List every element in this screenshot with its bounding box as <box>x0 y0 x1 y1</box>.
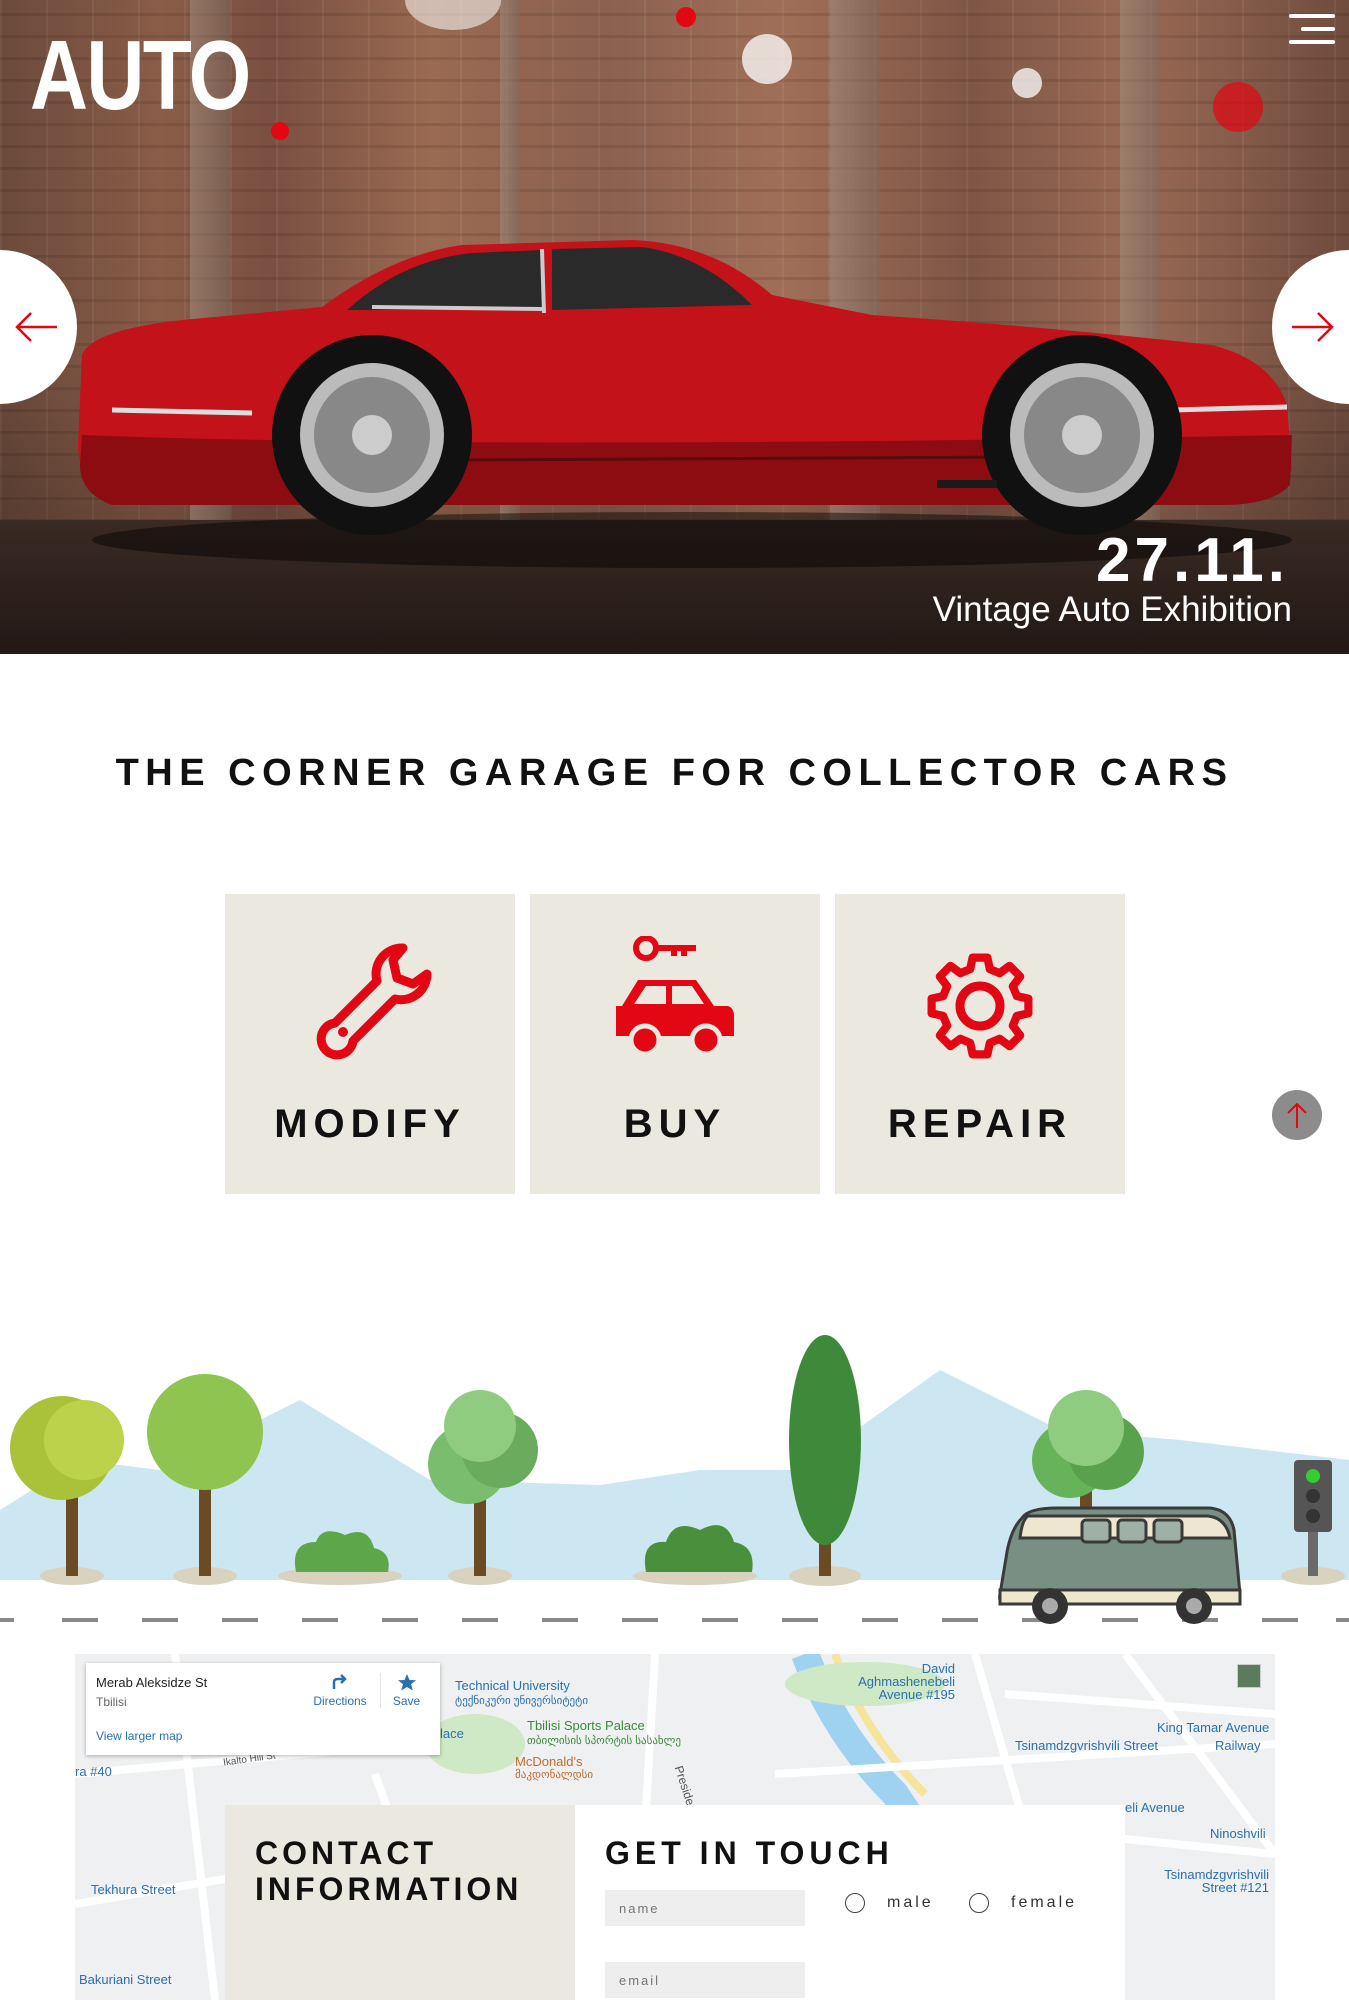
event-caption: Vintage Auto Exhibition <box>932 590 1292 629</box>
hero-slider: AUTO 27.11. Vintage Auto Exhibition <box>0 0 1349 654</box>
contact-title-line: INFORMATION <box>255 1871 523 1907</box>
service-buy-card[interactable]: BUY <box>530 894 820 1194</box>
map-label: Railway <box>1215 1738 1261 1753</box>
email-input[interactable] <box>605 1962 805 1998</box>
map-label: Tsinamdzgvrishvili Street #121 <box>1164 1867 1269 1895</box>
map-label: Tsinamdzgvrishvili Street <box>1015 1738 1159 1753</box>
bokeh-dot <box>742 34 792 84</box>
directions-icon <box>332 1674 347 1689</box>
map-place-card: Merab Aleksidze St Tbilisi View larger m… <box>86 1663 440 1755</box>
site-logo[interactable]: AUTO <box>30 26 251 124</box>
slider-prev-button[interactable] <box>0 250 77 404</box>
directions-button[interactable]: Directions <box>310 1673 370 1708</box>
radio-label: male <box>887 1894 934 1911</box>
gender-female-radio[interactable]: female <box>969 1893 1077 1913</box>
gear-icon <box>927 953 1033 1059</box>
map-label: Tbilisi Sports Palace <box>527 1718 645 1733</box>
place-city: Tbilisi <box>96 1695 127 1709</box>
arrow-right-icon <box>1292 312 1334 342</box>
map-label: McDonald's <box>515 1754 583 1769</box>
radio-circle[interactable] <box>969 1893 989 1913</box>
bokeh-dot <box>1012 68 1042 98</box>
view-larger-map-link[interactable]: View larger map <box>96 1729 182 1743</box>
save-button[interactable]: Save <box>380 1673 432 1708</box>
place-name: Merab Aleksidze St <box>96 1675 208 1690</box>
save-label: Save <box>392 1694 421 1708</box>
car-key-icon <box>616 936 734 1057</box>
map-label: მაკდონალდსი <box>515 1769 594 1781</box>
get-in-touch-form: GET IN TOUCH male female <box>575 1805 1125 2000</box>
contact-title-line: CONTACT <box>255 1835 438 1871</box>
map-label: ტექნიკური უნივერსიტეტი <box>455 1695 589 1707</box>
map-label: ra #40 <box>75 1764 112 1779</box>
contact-information-panel: CONTACT INFORMATION <box>225 1805 575 2000</box>
bokeh-dot <box>676 7 696 27</box>
service-modify-card[interactable]: MODIFY <box>225 894 515 1194</box>
star-icon <box>397 1674 416 1691</box>
bokeh-dot <box>405 0 501 30</box>
bokeh-dot <box>271 122 289 140</box>
map-label: Tekhura Street <box>91 1882 176 1897</box>
service-label: BUY <box>623 1102 727 1146</box>
map-label: Bakuriani Street <box>79 1972 172 1987</box>
map-label: თბილისის სპორტის სასახლე <box>527 1735 681 1747</box>
contact-information-title: CONTACT INFORMATION <box>255 1835 522 1907</box>
map-label: King Tamar Avenue <box>1157 1720 1270 1735</box>
radio-label: female <box>1011 1894 1078 1911</box>
name-input[interactable] <box>605 1890 805 1926</box>
landscape-illustration <box>0 1335 1349 1624</box>
bokeh-dot <box>1213 82 1263 132</box>
radio-circle[interactable] <box>845 1893 865 1913</box>
wrench-icon <box>316 943 432 1060</box>
event-date: 27.11. <box>1096 526 1289 595</box>
map-label: Technical University <box>455 1678 570 1693</box>
hamburger-menu-icon[interactable] <box>1289 14 1335 48</box>
gender-male-radio[interactable]: male <box>845 1893 934 1913</box>
arrow-up-icon <box>1287 1102 1307 1128</box>
arrow-left-icon <box>15 312 57 342</box>
service-repair-card[interactable]: REPAIR <box>835 894 1125 1194</box>
service-label: MODIFY <box>274 1102 466 1146</box>
get-in-touch-title: GET IN TOUCH <box>605 1835 894 1871</box>
map-label: eli Avenue <box>1125 1800 1185 1815</box>
scroll-to-top-button[interactable] <box>1272 1090 1322 1140</box>
service-label: REPAIR <box>887 1102 1073 1146</box>
map-thumbnail[interactable] <box>1237 1664 1261 1688</box>
map-label: David Aghmashenebeli Avenue #195 <box>858 1661 955 1702</box>
directions-label: Directions <box>313 1694 367 1708</box>
map-label: Ninoshvili <box>1210 1826 1266 1841</box>
map-label: lace <box>440 1726 464 1741</box>
page-title: THE CORNER GARAGE FOR COLLECTOR CARS <box>115 752 1234 794</box>
